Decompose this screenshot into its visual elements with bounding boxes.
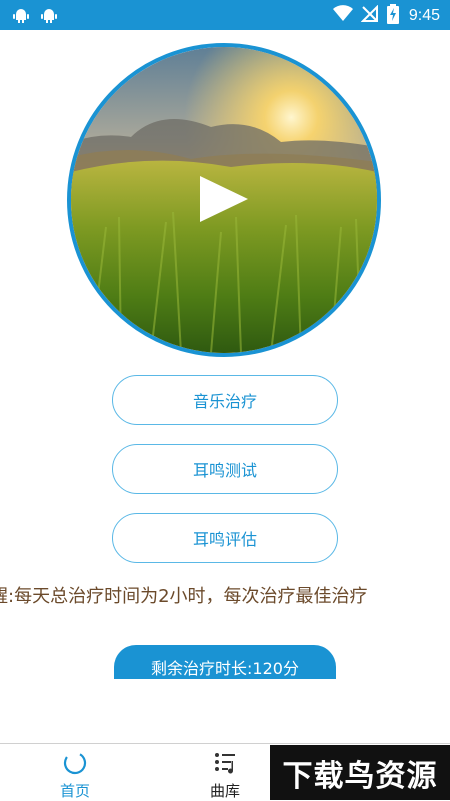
nav-label-home: 首页	[59, 782, 90, 800]
signal-off-icon	[360, 4, 379, 27]
watermark-logo: 下载鸟资源	[270, 745, 450, 800]
tinnitus-test-button[interactable]: 耳鸣测试	[112, 444, 338, 494]
tinnitus-assessment-button[interactable]: 耳鸣评估	[112, 513, 338, 563]
nav-tab-home[interactable]: 首页	[20, 744, 130, 801]
wifi-icon	[332, 5, 353, 27]
android-icon	[12, 6, 30, 28]
music-therapy-button[interactable]: 音乐治疗	[112, 375, 338, 425]
tip-text: 醒:每天总治疗时间为2小时，每次治疗最佳治疗	[0, 586, 368, 607]
home-loading-icon	[63, 751, 87, 775]
remaining-time-label: 剩余治疗时长:120分	[151, 659, 299, 678]
status-bar: 9:45	[0, 0, 450, 30]
play-button[interactable]	[198, 174, 250, 224]
nav-tab-library[interactable]: 曲库	[170, 744, 280, 801]
play-icon[interactable]	[198, 174, 250, 224]
status-time: 9:45	[408, 7, 440, 24]
nav-label-library: 曲库	[209, 782, 240, 800]
music-list-icon	[215, 753, 235, 774]
remaining-time-button[interactable]: 剩余治疗时长:120分	[114, 645, 336, 679]
battery-charging-icon	[386, 4, 399, 28]
android-icon	[40, 6, 58, 28]
tip-marquee: 醒:每天总治疗时间为2小时，每次治疗最佳治疗	[0, 580, 450, 610]
